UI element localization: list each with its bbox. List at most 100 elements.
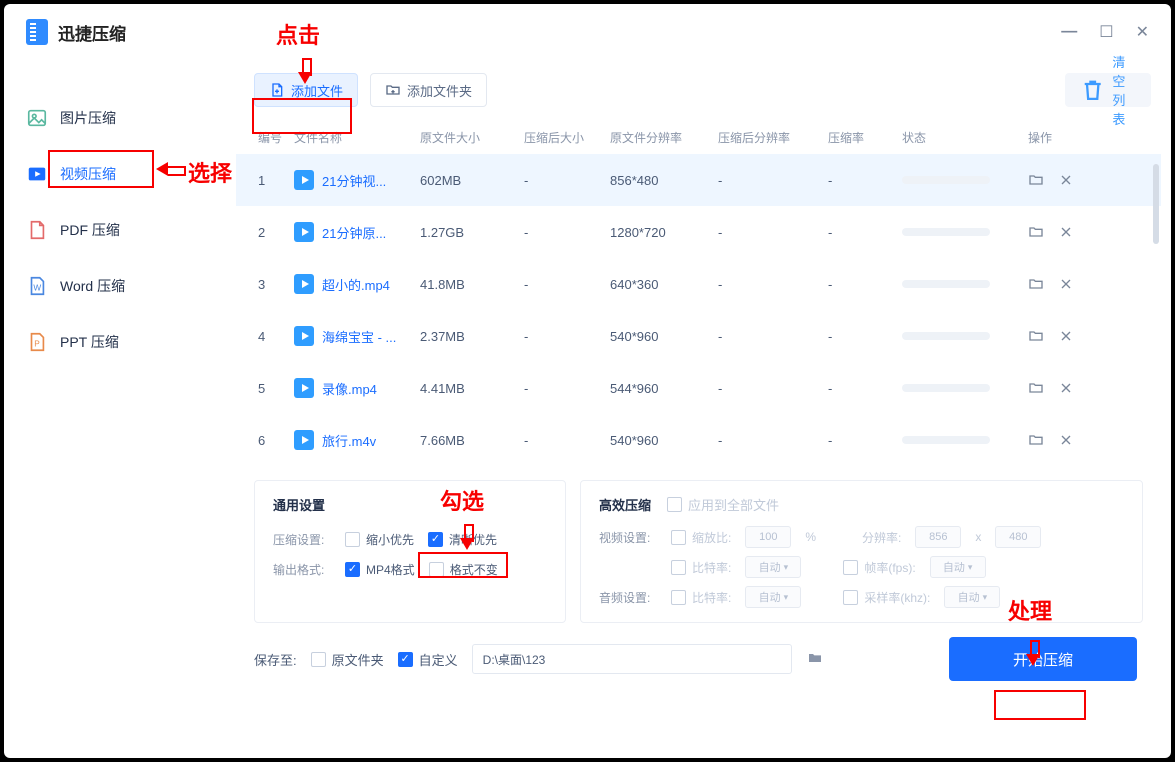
table-row[interactable]: 4海绵宝宝 - ...2.37MB-540*960-- bbox=[236, 310, 1161, 362]
remove-row-icon[interactable] bbox=[1058, 276, 1074, 292]
scale-value[interactable]: 100 bbox=[745, 526, 791, 548]
audio-bitrate-checkbox[interactable]: 比特率: bbox=[671, 589, 731, 606]
table-row[interactable]: 3超小的.mp441.8MB-640*360-- bbox=[236, 258, 1161, 310]
remove-row-icon[interactable] bbox=[1058, 224, 1074, 240]
sidebar-label: 图片压缩 bbox=[60, 108, 116, 128]
image-icon bbox=[26, 107, 48, 129]
minimize-button[interactable]: — bbox=[1061, 23, 1077, 41]
add-folder-label: 添加文件夹 bbox=[407, 81, 472, 100]
progress-bar bbox=[902, 436, 990, 444]
video-file-icon bbox=[294, 222, 314, 242]
video-bitrate-checkbox[interactable]: 比特率: bbox=[671, 559, 731, 576]
sidebar-item-pdf[interactable]: PDF 压缩 bbox=[4, 202, 236, 258]
table-header: 编号 文件名称 原文件大小 压缩后大小 原文件分辨率 压缩后分辨率 压缩率 状态… bbox=[236, 120, 1161, 154]
col-idx: 编号 bbox=[258, 129, 294, 146]
pdf-icon bbox=[26, 219, 48, 241]
audio-bitrate-select[interactable]: 自动 bbox=[745, 586, 801, 608]
clear-list-label: 清空列表 bbox=[1112, 52, 1137, 128]
close-button[interactable]: ✕ bbox=[1136, 22, 1149, 42]
settings-area: 通用设置 压缩设置: 缩小优先 清晰优先 输出格式: MP4格式 格式不变 高效… bbox=[236, 466, 1161, 623]
table-body[interactable]: 121分钟视...602MB-856*480--221分钟原...1.27GB-… bbox=[236, 154, 1161, 466]
sidebar-item-ppt[interactable]: P PPT 压缩 bbox=[4, 314, 236, 370]
svg-text:P: P bbox=[34, 340, 40, 349]
advanced-title: 高效压缩 bbox=[599, 495, 651, 514]
table-row[interactable]: 6旅行.m4v7.66MB-540*960-- bbox=[236, 414, 1161, 466]
sidebar: 图片压缩 视频压缩 PDF 压缩 W Word 压缩 P PPT 压缩 bbox=[4, 60, 236, 758]
progress-bar bbox=[902, 228, 990, 236]
keep-format-checkbox[interactable]: 格式不变 bbox=[429, 561, 498, 578]
saveto-label: 保存至: bbox=[254, 650, 297, 669]
audio-settings-label: 音频设置: bbox=[599, 589, 657, 606]
res-label: 分辨率: bbox=[862, 529, 901, 546]
output-label: 输出格式: bbox=[273, 561, 331, 578]
compress-label: 压缩设置: bbox=[273, 531, 331, 548]
remove-row-icon[interactable] bbox=[1058, 172, 1074, 188]
open-folder-icon[interactable] bbox=[1028, 380, 1044, 396]
fps-checkbox[interactable]: 帧率(fps): bbox=[843, 559, 915, 576]
video-file-icon bbox=[294, 170, 314, 190]
open-folder-icon[interactable] bbox=[1028, 432, 1044, 448]
fps-select[interactable]: 自动 bbox=[930, 556, 986, 578]
custom-folder-checkbox[interactable]: 自定义 bbox=[398, 650, 458, 669]
brand: 迅捷压缩 bbox=[26, 19, 126, 45]
titlebar: 迅捷压缩 — ☐ ✕ bbox=[4, 4, 1171, 60]
remove-row-icon[interactable] bbox=[1058, 328, 1074, 344]
sidebar-label: 视频压缩 bbox=[60, 164, 116, 184]
col-comp: 压缩后大小 bbox=[524, 129, 610, 146]
open-folder-icon[interactable] bbox=[1028, 172, 1044, 188]
table-row[interactable]: 221分钟原...1.27GB-1280*720-- bbox=[236, 206, 1161, 258]
window-controls: — ☐ ✕ bbox=[1039, 22, 1149, 42]
col-origres: 原文件分辨率 bbox=[610, 129, 718, 146]
general-settings-panel: 通用设置 压缩设置: 缩小优先 清晰优先 输出格式: MP4格式 格式不变 bbox=[254, 480, 566, 623]
open-folder-icon[interactable] bbox=[1028, 276, 1044, 292]
scrollbar[interactable] bbox=[1153, 164, 1159, 244]
footer: 保存至: 原文件夹 自定义 D:\桌面\123 开始压缩 bbox=[236, 623, 1161, 695]
sidebar-label: Word 压缩 bbox=[60, 276, 125, 296]
col-orig: 原文件大小 bbox=[420, 129, 524, 146]
progress-bar bbox=[902, 384, 990, 392]
maximize-button[interactable]: ☐ bbox=[1099, 22, 1113, 42]
col-status: 状态 bbox=[902, 129, 1028, 146]
table-row[interactable]: 5录像.mp44.41MB-544*960-- bbox=[236, 362, 1161, 414]
sidebar-item-video[interactable]: 视频压缩 bbox=[4, 146, 236, 202]
app-title: 迅捷压缩 bbox=[58, 20, 126, 45]
start-compress-button[interactable]: 开始压缩 bbox=[949, 637, 1137, 681]
sample-select[interactable]: 自动 bbox=[944, 586, 1000, 608]
res-height[interactable]: 480 bbox=[995, 526, 1041, 548]
browse-folder-icon[interactable] bbox=[806, 650, 824, 669]
size-first-checkbox[interactable]: 缩小优先 bbox=[345, 531, 414, 548]
progress-bar bbox=[902, 280, 990, 288]
col-ratio: 压缩率 bbox=[828, 129, 902, 146]
progress-bar bbox=[902, 176, 990, 184]
app-window: 迅捷压缩 — ☐ ✕ 图片压缩 视频压缩 PDF 压缩 bbox=[4, 4, 1171, 758]
col-name: 文件名称 bbox=[294, 129, 420, 146]
video-file-icon bbox=[294, 326, 314, 346]
sidebar-label: PPT 压缩 bbox=[60, 332, 119, 352]
remove-row-icon[interactable] bbox=[1058, 432, 1074, 448]
sidebar-item-image[interactable]: 图片压缩 bbox=[4, 90, 236, 146]
video-file-icon bbox=[294, 274, 314, 294]
clear-list-button[interactable]: 清空列表 bbox=[1065, 73, 1151, 107]
open-folder-icon[interactable] bbox=[1028, 224, 1044, 240]
sample-checkbox[interactable]: 采样率(khz): bbox=[843, 589, 930, 606]
res-width[interactable]: 856 bbox=[915, 526, 961, 548]
remove-row-icon[interactable] bbox=[1058, 380, 1074, 396]
apply-all-checkbox[interactable]: 应用到全部文件 bbox=[667, 495, 779, 514]
table-row[interactable]: 121分钟视...602MB-856*480-- bbox=[236, 154, 1161, 206]
annotation-arrow-icon bbox=[460, 538, 474, 550]
col-op: 操作 bbox=[1028, 129, 1108, 146]
mp4-checkbox[interactable]: MP4格式 bbox=[345, 561, 415, 578]
general-title: 通用设置 bbox=[273, 495, 547, 514]
svg-text:W: W bbox=[33, 284, 41, 293]
add-folder-button[interactable]: 添加文件夹 bbox=[370, 73, 487, 107]
sidebar-item-word[interactable]: W Word 压缩 bbox=[4, 258, 236, 314]
video-bitrate-select[interactable]: 自动 bbox=[745, 556, 801, 578]
video-file-icon bbox=[294, 430, 314, 450]
word-icon: W bbox=[26, 275, 48, 297]
video-icon bbox=[26, 163, 48, 185]
scale-checkbox[interactable]: 缩放比: bbox=[671, 529, 731, 546]
ppt-icon: P bbox=[26, 331, 48, 353]
open-folder-icon[interactable] bbox=[1028, 328, 1044, 344]
orig-folder-checkbox[interactable]: 原文件夹 bbox=[311, 650, 384, 669]
output-path-input[interactable]: D:\桌面\123 bbox=[472, 644, 792, 674]
